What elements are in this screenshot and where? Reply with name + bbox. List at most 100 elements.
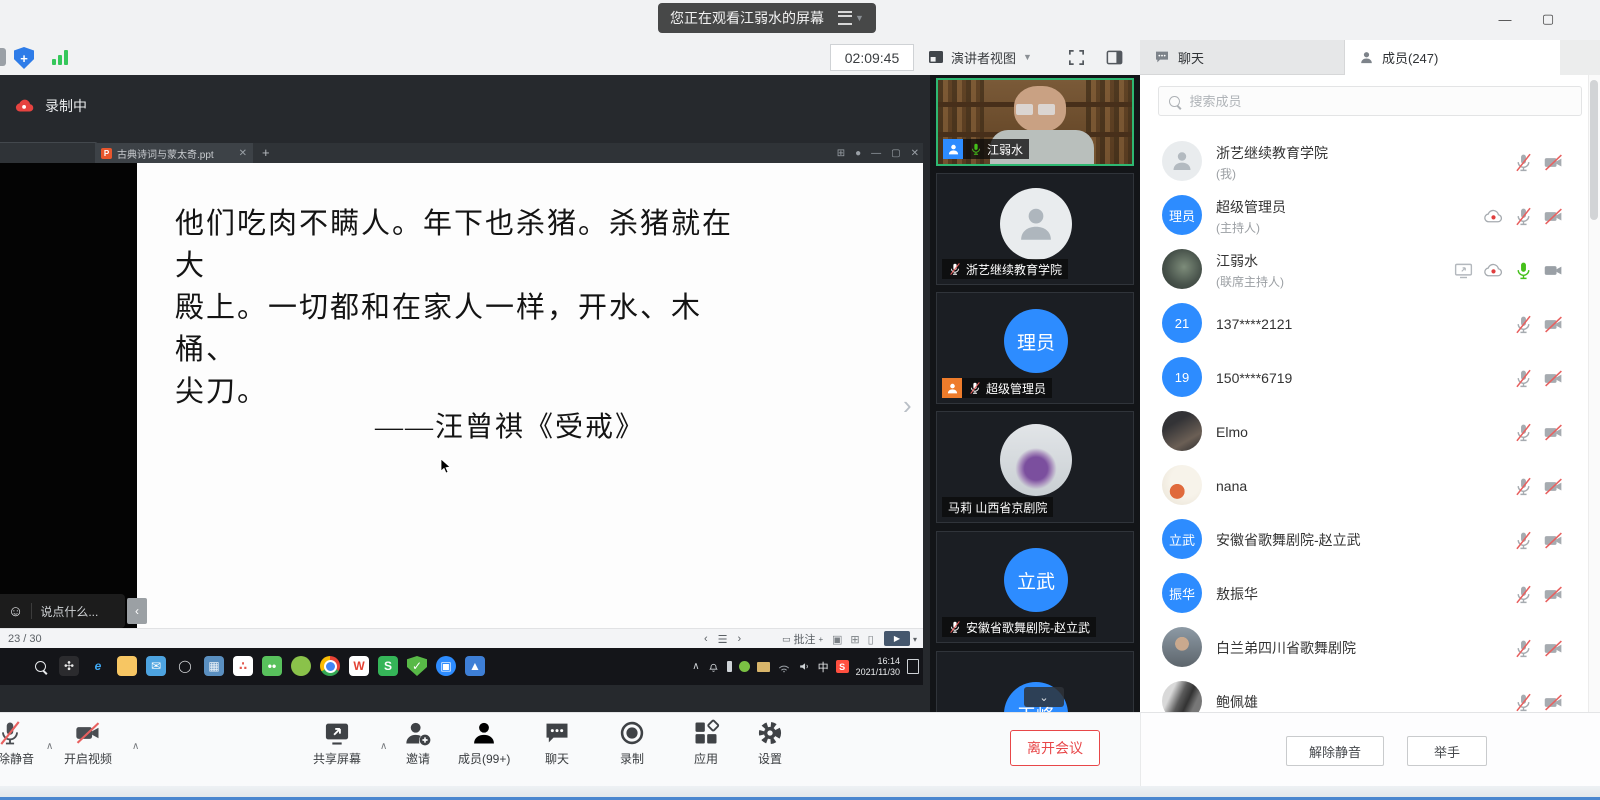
member-row[interactable]: 振华敖振华 <box>1140 569 1588 619</box>
slide-sorter-icon[interactable]: ⊞ <box>850 633 859 646</box>
cam-muted-icon[interactable] <box>1543 638 1564 659</box>
cam-muted-icon[interactable] <box>1543 422 1564 443</box>
maximize-button[interactable]: ▢ <box>1533 8 1563 30</box>
mic-muted-icon[interactable] <box>1513 314 1534 335</box>
speaker-icon[interactable] <box>798 660 811 673</box>
flash-app-taskbar-icon[interactable]: S <box>378 656 398 676</box>
minimize-button[interactable]: — <box>1490 8 1520 30</box>
green-tray-icon[interactable] <box>739 661 750 672</box>
record-dot-icon[interactable]: ● <box>855 148 861 159</box>
close-tab-icon[interactable]: ✕ <box>239 148 247 159</box>
wps-taskbar-icon[interactable]: W <box>349 656 369 676</box>
mic-muted-icon[interactable] <box>1513 692 1534 713</box>
video-tile[interactable]: 浙艺继续教育学院 <box>936 173 1134 285</box>
action-center-icon[interactable] <box>907 659 919 674</box>
ppt-document-tab[interactable]: P 古典诗词与蒙太奇.ppt ✕ <box>95 143 253 163</box>
notification-bell-icon[interactable] <box>707 660 720 673</box>
ie-taskbar-icon[interactable]: e <box>88 656 108 676</box>
ring-app-taskbar-icon[interactable]: ◯ <box>175 656 195 676</box>
cloud-rec-icon[interactable] <box>1483 260 1504 281</box>
collapse-chatbar-button[interactable]: ‹ <box>127 598 147 624</box>
cam-muted-icon[interactable] <box>1543 152 1564 173</box>
cam-muted-icon[interactable] <box>1543 368 1564 389</box>
mic-muted-icon[interactable] <box>1513 368 1534 389</box>
chat-button[interactable]: 聊天 <box>543 719 571 767</box>
member-row[interactable]: 鲍佩雄 <box>1140 677 1588 712</box>
member-row[interactable]: nana <box>1140 461 1588 511</box>
member-row[interactable]: 江弱水(联席主持人) <box>1140 245 1588 295</box>
window-restore-icon[interactable]: ▢ <box>891 148 900 159</box>
search-input[interactable] <box>1188 93 1572 110</box>
quick-chat-bar[interactable]: ☺ 说点什么... <box>0 594 125 628</box>
cam-on-icon[interactable] <box>1543 260 1564 281</box>
start-video-button[interactable]: 开启视频 <box>64 719 112 767</box>
window-close-icon[interactable]: ✕ <box>911 148 919 159</box>
collapse-video-list-button[interactable]: ⌄ <box>1024 687 1064 707</box>
video-tile[interactable]: 理员超级管理员 <box>936 292 1134 404</box>
search-taskbar-icon[interactable] <box>30 656 50 676</box>
raise-hand-button[interactable]: 举手 <box>1407 736 1487 766</box>
slideshow-play-button[interactable]: ▶ <box>884 631 910 646</box>
video-tile[interactable]: 立武安徽省歌舞剧院-赵立武 <box>936 531 1134 643</box>
invite-button[interactable]: 邀请 <box>404 719 432 767</box>
shield-app-taskbar-icon[interactable]: ✓ <box>407 656 427 676</box>
member-search-box[interactable] <box>1158 86 1582 116</box>
wechat-taskbar-icon[interactable]: •• <box>262 656 282 676</box>
video-tile[interactable]: 江弱水 <box>936 78 1134 166</box>
next-slide-icon[interactable]: › <box>738 633 742 645</box>
network-signal-icon[interactable] <box>52 49 68 65</box>
ime-indicator[interactable]: 中 <box>818 659 829 675</box>
mic-muted-icon[interactable] <box>1513 206 1534 227</box>
member-row[interactable]: 立武安徽省歌舞剧院-赵立武 <box>1140 515 1588 565</box>
tab-chat[interactable]: 聊天 <box>1140 40 1345 75</box>
sogou-ime-icon[interactable]: S <box>836 660 849 673</box>
network-icon[interactable] <box>777 661 791 673</box>
fullscreen-button[interactable] <box>1063 44 1089 70</box>
photos-app-taskbar-icon[interactable]: ▲ <box>465 656 485 676</box>
cam-muted-icon[interactable] <box>1543 584 1564 605</box>
member-row[interactable]: 浙艺继续教育学院(我) <box>1140 137 1588 187</box>
cam-muted-icon[interactable] <box>1543 206 1564 227</box>
tray-expand-icon[interactable]: ∧ <box>692 661 699 672</box>
annotate-button[interactable]: ▭批注+ <box>782 629 823 649</box>
prev-slide-icon[interactable]: ‹ <box>704 633 708 645</box>
mic-options-chevron[interactable]: ∧ <box>46 741 53 752</box>
unmute-all-button[interactable]: 解除静音 <box>1286 736 1384 766</box>
cam-muted-icon[interactable] <box>1543 314 1564 335</box>
mic-muted-icon[interactable] <box>1513 422 1534 443</box>
scrollbar-thumb[interactable] <box>1590 80 1598 220</box>
unmute-button[interactable]: 解除静音 <box>0 719 34 767</box>
member-row[interactable]: 19150****6719 <box>1140 353 1588 403</box>
reading-view-icon[interactable]: ▯ <box>868 633 874 646</box>
usb-tray-icon[interactable] <box>727 661 732 672</box>
chrome-taskbar-icon[interactable] <box>320 656 340 676</box>
leave-meeting-button[interactable]: 离开会议 <box>1010 730 1100 766</box>
panel-toggle-button[interactable] <box>1101 44 1127 70</box>
apps-button[interactable]: 应用 <box>692 719 720 767</box>
view-mode-dropdown[interactable]: 演讲者视图 ▼ <box>928 44 1032 70</box>
mic-on-icon[interactable] <box>1513 260 1534 281</box>
slide-menu-icon[interactable]: ☰ <box>718 633 728 646</box>
normal-view-icon[interactable]: ▣ <box>832 633 842 646</box>
folder-tray-icon[interactable] <box>757 662 770 672</box>
member-row[interactable]: Elmo <box>1140 407 1588 457</box>
member-row[interactable]: 理员超级管理员(主持人) <box>1140 191 1588 241</box>
mic-muted-icon[interactable] <box>1513 152 1534 173</box>
taskbar-clock[interactable]: 16:142021/11/30 <box>856 656 900 678</box>
play-options-icon[interactable]: ▾ <box>913 629 917 649</box>
new-tab-button[interactable]: + <box>262 145 270 160</box>
member-row[interactable]: 21137****2121 <box>1140 299 1588 349</box>
cam-muted-icon[interactable] <box>1543 692 1564 713</box>
mail-taskbar-icon[interactable]: ✉ <box>146 656 166 676</box>
share-screen-button[interactable]: 共享屏幕 <box>313 719 361 767</box>
emoji-icon[interactable]: ☺ <box>8 603 23 620</box>
window-minimize-icon[interactable]: — <box>871 148 881 159</box>
meeting-app-taskbar-icon[interactable]: ▣ <box>436 656 456 676</box>
settings-button[interactable]: 设置 <box>756 719 784 767</box>
mic-muted-icon[interactable] <box>1513 638 1534 659</box>
cloud-rec-icon[interactable] <box>1483 206 1504 227</box>
pinwheel-taskbar-icon[interactable]: ✣ <box>59 656 79 676</box>
video-tile[interactable]: 马莉 山西省京剧院 <box>936 411 1134 523</box>
member-row[interactable]: 白兰弟四川省歌舞剧院 <box>1140 623 1588 673</box>
cam-muted-icon[interactable] <box>1543 530 1564 551</box>
